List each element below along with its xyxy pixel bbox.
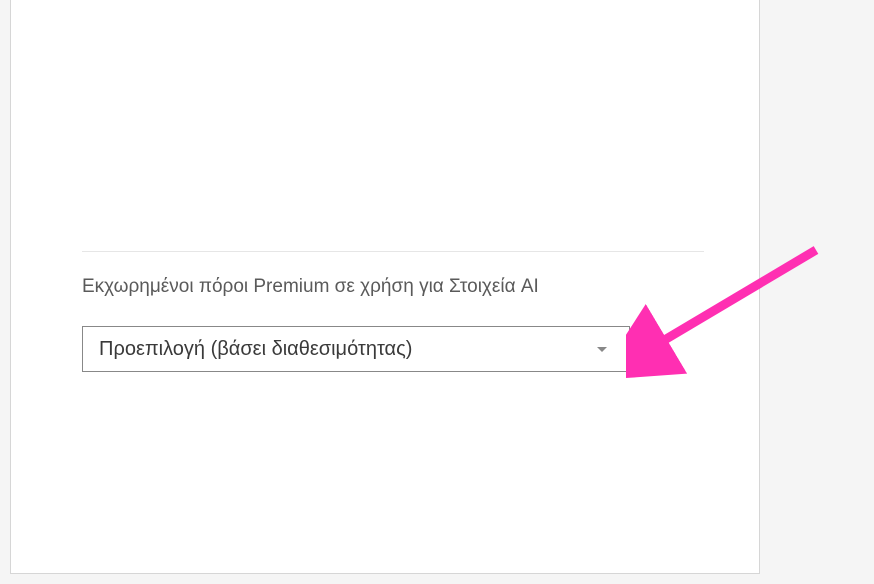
premium-resources-label: Εκχωρημένοι πόροι Premium σε χρήση για Σ… (82, 276, 539, 298)
dropdown-selected-value: Προεπιλογή (βάσει διαθεσιμότητας) (99, 338, 412, 361)
chevron-down-icon (597, 347, 607, 352)
settings-panel: Εκχωρημένοι πόροι Premium σε χρήση για Σ… (10, 0, 760, 574)
section-divider (82, 251, 704, 252)
premium-resources-dropdown[interactable]: Προεπιλογή (βάσει διαθεσιμότητας) (82, 326, 630, 372)
